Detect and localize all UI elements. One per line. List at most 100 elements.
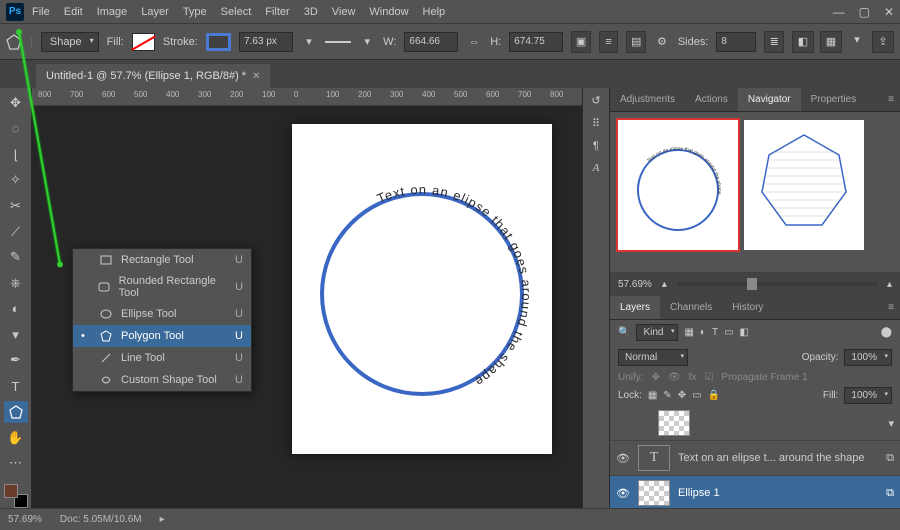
menu-file[interactable]: File [32,6,50,18]
filter-shape-icon[interactable]: ▭ [724,327,733,338]
hand-tool[interactable]: ✋ [4,427,28,449]
menu-window[interactable]: Window [369,6,408,18]
tab-layers[interactable]: Layers [610,296,660,319]
layer-row[interactable]: ▾ [610,406,900,441]
stroke-width-input[interactable] [239,32,293,52]
lock-position-icon[interactable]: ✥ [678,390,686,401]
close-icon[interactable]: ✕ [884,5,894,19]
link-icon[interactable]: ⇔ [466,33,482,51]
menu-image[interactable]: Image [97,6,128,18]
width-input[interactable] [404,32,458,52]
unify-style-icon[interactable]: fx [689,372,697,383]
flyout-custom-shape-tool[interactable]: Custom Shape Tool U [73,369,251,391]
lock-all-icon[interactable]: 🔒 [708,390,720,401]
eyedropper-tool[interactable]: ⟋ [4,221,28,243]
type-tool[interactable]: T [4,375,28,397]
layer-row-text[interactable]: 👁 T Text on an elipse t... around the sh… [610,441,900,476]
lock-artboard-icon[interactable]: ▭ [692,390,701,401]
lasso-tool[interactable]: ɭ [4,144,28,166]
menu-edit[interactable]: Edit [64,6,83,18]
tab-close-icon[interactable]: ✕ [252,71,260,82]
filter-kind-dropdown[interactable]: Kind [636,324,678,341]
visibility-toggle[interactable]: 👁 [616,487,630,500]
color-swatches[interactable] [4,484,28,508]
stroke-swatch[interactable] [206,33,231,51]
tab-navigator[interactable]: Navigator [738,88,801,111]
chevron-down-icon[interactable]: ▾ [301,33,317,51]
status-zoom[interactable]: 57.69% [8,514,42,525]
canvas[interactable]: Text on an elipse that goes around the s… [292,124,552,454]
bucket-tool[interactable]: ▾ [4,324,28,346]
flyout-rounded-rectangle-tool[interactable]: Rounded Rectangle Tool U [73,271,251,303]
blend-mode-dropdown[interactable]: Normal [618,349,688,366]
flyout-rectangle-tool[interactable]: Rectangle Tool U [73,249,251,271]
clone-stamp-tool[interactable]: ⎈ [4,272,28,294]
view-extras-icon[interactable]: ◧ [792,31,814,53]
chevron-down-icon[interactable]: ▾ [359,33,375,51]
lock-transparency-icon[interactable]: ▦ [648,390,657,401]
path-operations-icon[interactable]: ▣ [571,31,591,53]
stroke-style-preview[interactable] [325,41,351,43]
unify-visibility-icon[interactable]: 👁 [668,372,681,383]
menu-help[interactable]: Help [423,6,446,18]
zoom-out-icon[interactable]: ▴ [662,279,667,290]
unify-position-icon[interactable]: ✥ [652,372,660,383]
menu-layer[interactable]: Layer [141,6,169,18]
document-tab[interactable]: Untitled-1 @ 57.7% (Ellipse 1, RGB/8#) *… [36,64,270,88]
align-edges-icon[interactable]: ≣ [764,31,784,53]
filter-pixel-icon[interactable]: ▦ [684,327,693,338]
menu-select[interactable]: Select [221,6,252,18]
magic-wand-tool[interactable]: ✧ [4,169,28,191]
pen-tool[interactable]: ✒ [4,350,28,372]
height-input[interactable] [509,32,563,52]
fill-swatch[interactable] [132,33,155,51]
gear-icon[interactable]: ⚙ [654,33,670,51]
maximize-icon[interactable]: ▢ [859,5,870,19]
lock-pixels-icon[interactable]: ✎ [663,390,671,401]
crop-tool[interactable]: ✂ [4,195,28,217]
gradient-tool[interactable]: ◐ [4,298,28,320]
minimize-icon[interactable]: — [833,5,845,19]
menu-view[interactable]: View [332,6,356,18]
path-arrangement-icon[interactable]: ▤ [626,31,646,53]
more-tools[interactable]: ⋯ [4,453,28,475]
filter-adjustment-icon[interactable]: ◐ [700,327,706,338]
navigator-thumbnail[interactable]: Text on an elipse that goes around the s… [618,120,738,250]
tool-mode-dropdown[interactable]: Shape [41,32,99,52]
menu-filter[interactable]: Filter [265,6,289,18]
tab-channels[interactable]: Channels [660,296,722,319]
character-panel-icon[interactable]: A [593,162,600,174]
history-panel-icon[interactable]: ↺ [591,94,600,107]
flyout-ellipse-tool[interactable]: Ellipse Tool U [73,303,251,325]
fill-opacity-input[interactable]: 100% [844,387,892,404]
zoom-slider[interactable] [677,282,877,286]
visibility-toggle[interactable]: 👁 [616,452,630,465]
filter-toggle[interactable]: ⬤ [881,327,892,338]
menu-3d[interactable]: 3D [304,6,318,18]
zoom-in-icon[interactable]: ▴ [887,279,892,290]
tab-actions[interactable]: Actions [685,88,738,111]
share-icon[interactable]: ⇪ [872,31,894,53]
brush-tool[interactable]: ✎ [4,247,28,269]
shape-tool[interactable] [4,401,28,423]
layer-row-ellipse[interactable]: 👁 Ellipse 1 ⧉ [610,476,900,508]
status-more-icon[interactable]: ▸ [160,514,165,525]
chevron-down-icon[interactable]: ▾ [848,31,866,49]
status-doc-size[interactable]: Doc: 5.05M/10.6M [60,514,142,525]
arrange-docs-icon[interactable]: ▦ [820,31,842,53]
brush-presets-icon[interactable]: ⠿ [592,117,600,130]
tab-history[interactable]: History [722,296,773,319]
menu-type[interactable]: Type [183,6,207,18]
move-tool[interactable]: ✥ [4,92,28,114]
tab-adjustments[interactable]: Adjustments [610,88,685,111]
paragraph-panel-icon[interactable]: ¶ [593,140,599,152]
navigator-thumbnail[interactable] [744,120,864,250]
link-icon[interactable]: ⧉ [886,487,894,500]
marquee-tool[interactable]: ◌ [4,118,28,140]
tab-properties[interactable]: Properties [801,88,867,111]
sides-input[interactable] [716,32,756,52]
flyout-polygon-tool[interactable]: • Polygon Tool U [73,325,251,347]
path-alignment-icon[interactable]: ≡ [599,31,619,53]
filter-type-icon[interactable]: T [712,327,718,338]
panel-menu-icon[interactable]: ≡ [882,296,900,319]
